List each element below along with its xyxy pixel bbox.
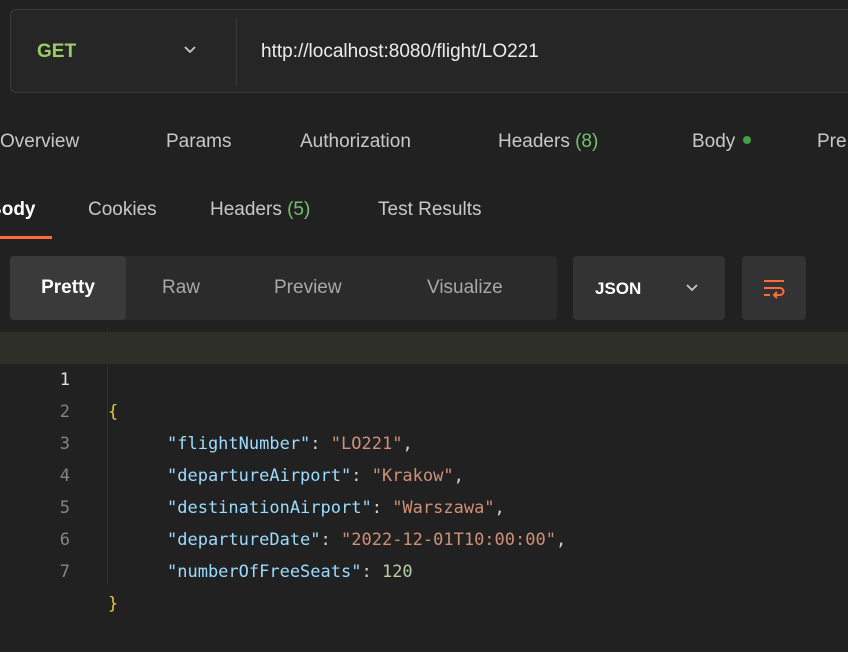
- chevron-down-icon[interactable]: [181, 41, 199, 59]
- close-brace: }: [108, 594, 119, 614]
- tab-pre-request[interactable]: Pre: [817, 120, 847, 164]
- tab-headers-label: Headers: [498, 131, 570, 152]
- code-line: 1 {: [0, 332, 848, 422]
- green-dot-icon: [743, 135, 752, 144]
- tab-body[interactable]: Body: [692, 120, 752, 164]
- format-dropdown[interactable]: JSON: [573, 256, 725, 320]
- code-line: 2 "flightNumber": "LO221",: [0, 364, 848, 454]
- chevron-down-icon: [686, 284, 698, 292]
- json-value: 120: [381, 562, 413, 582]
- tab-headers-count: (8): [575, 131, 599, 152]
- request-divider: [236, 18, 237, 86]
- line-number: 7: [59, 562, 70, 582]
- view-mode-preview[interactable]: Preview: [274, 256, 342, 320]
- response-tab-headers-count: (5): [287, 199, 311, 220]
- tab-authorization[interactable]: Authorization: [300, 120, 411, 164]
- request-tabs: Overview Params Authorization Headers (8…: [0, 120, 848, 164]
- view-mode-raw[interactable]: Raw: [162, 256, 200, 320]
- view-mode-visualize[interactable]: Visualize: [427, 256, 503, 320]
- response-tab-headers-label: Headers: [210, 199, 282, 220]
- code-line: 4 "destinationAirport": "Warszawa",: [0, 428, 848, 518]
- wrap-lines-button[interactable]: [742, 256, 806, 320]
- request-bar: GET http://localhost:8080/flight/LO221: [10, 9, 848, 93]
- code-line: 7 }: [0, 524, 848, 614]
- response-tab-headers[interactable]: Headers (5): [210, 188, 310, 232]
- response-tab-body[interactable]: Body: [0, 188, 36, 232]
- wrap-lines-icon: [764, 280, 785, 299]
- tab-headers[interactable]: Headers (8): [498, 120, 598, 164]
- code-line: 3 "departureAirport": "Krakow",: [0, 396, 848, 486]
- tab-overview[interactable]: Overview: [0, 120, 79, 164]
- tab-params[interactable]: Params: [166, 120, 231, 164]
- json-key: "numberOfFreeSeats": [167, 562, 362, 582]
- response-tab-test-results[interactable]: Test Results: [378, 188, 481, 232]
- code-line: 5 "departureDate": "2022-12-01T10:00:00"…: [0, 460, 848, 550]
- view-mode-selector: Pretty Raw Preview Visualize: [10, 256, 557, 320]
- response-code-view: 1 { 2 "flightNumber": "LO221", 3 "depart…: [0, 328, 848, 614]
- view-mode-pretty-label: Pretty: [41, 277, 95, 298]
- url-input[interactable]: http://localhost:8080/flight/LO221: [261, 10, 539, 94]
- active-tab-underline: [0, 236, 52, 239]
- view-mode-pretty[interactable]: Pretty: [10, 256, 126, 320]
- method-selector[interactable]: GET: [37, 10, 76, 94]
- code-line: 6 "numberOfFreeSeats": 120: [0, 492, 848, 582]
- response-tab-cookies[interactable]: Cookies: [88, 188, 157, 232]
- response-tabs: Body Cookies Headers (5) Test Results: [0, 188, 848, 232]
- tab-body-label: Body: [692, 131, 736, 152]
- format-dropdown-label: JSON: [595, 279, 642, 298]
